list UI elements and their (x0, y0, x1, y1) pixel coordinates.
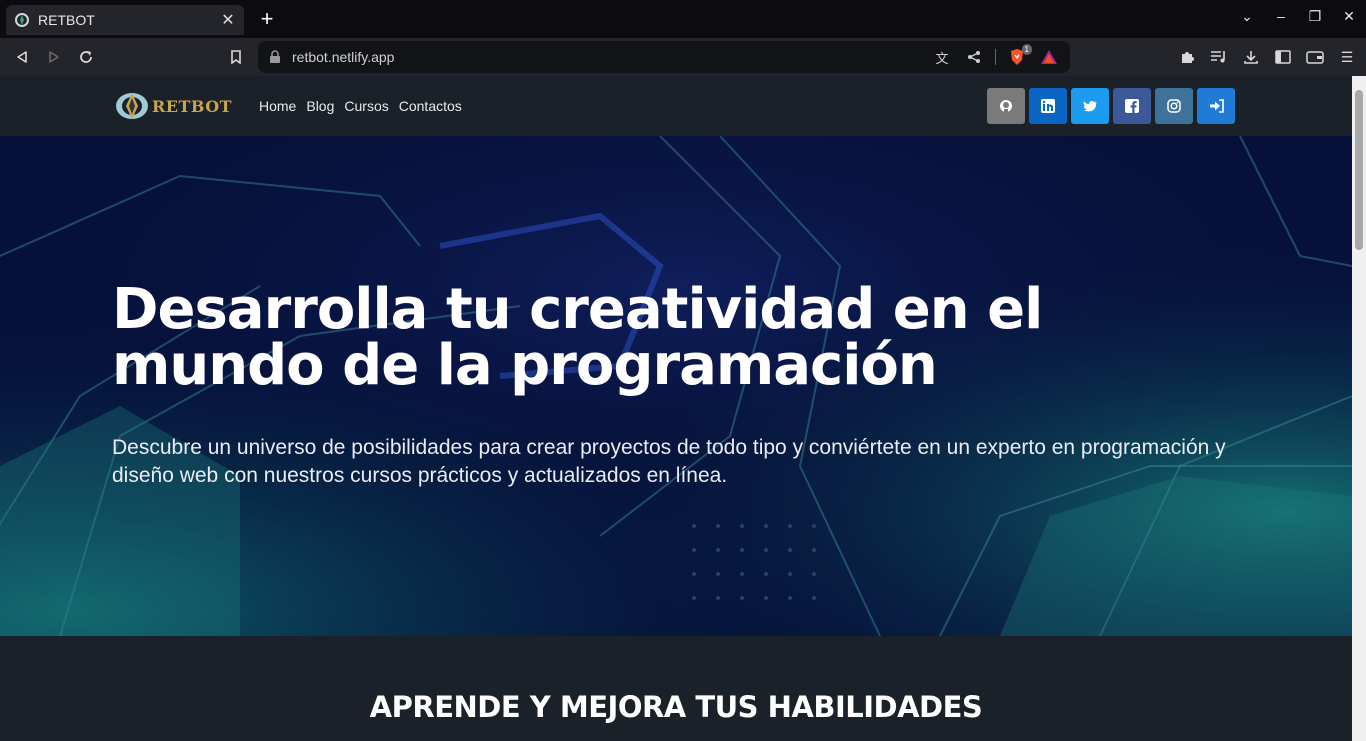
brave-rewards-icon[interactable] (1038, 48, 1060, 66)
translate-icon[interactable]: 文 (931, 48, 953, 66)
hero-subtitle: Descubre un universo de posibilidades pa… (112, 436, 1226, 487)
site-logo[interactable]: RETBOT (114, 90, 232, 122)
maximize-icon[interactable]: ❐ (1298, 8, 1332, 25)
social-buttons (987, 88, 1235, 124)
web-page: RETBOT Home Blog Cursos Contactos Desarr… (0, 76, 1352, 741)
hero-section: Desarrolla tu creatividad en el mundo de… (0, 136, 1352, 636)
bookmark-icon[interactable] (225, 46, 247, 68)
url-text: retbot.netlify.app (292, 49, 395, 65)
omnibox-separator (995, 49, 996, 65)
linkedin-button[interactable] (1029, 88, 1067, 124)
forward-button[interactable] (43, 46, 65, 68)
tab-title: RETBOT (38, 12, 95, 28)
shields-badge: 1 (1021, 44, 1032, 55)
twitter-button[interactable] (1071, 88, 1109, 124)
media-playlist-icon[interactable] (1208, 46, 1230, 68)
login-icon (1209, 99, 1224, 113)
minimize-icon[interactable]: – (1264, 8, 1298, 25)
browser-tab[interactable]: RETBOT ✕ (6, 5, 244, 35)
download-icon[interactable] (1240, 46, 1262, 68)
instagram-icon (1167, 99, 1181, 113)
facebook-icon (1125, 99, 1139, 113)
nav-link-contactos[interactable]: Contactos (399, 98, 462, 114)
new-tab-button[interactable]: + (256, 7, 278, 31)
github-icon (1000, 100, 1012, 112)
nav-link-blog[interactable]: Blog (306, 98, 334, 114)
twitter-icon (1083, 100, 1097, 111)
nav-link-cursos[interactable]: Cursos (344, 98, 388, 114)
page-scrollbar[interactable] (1352, 76, 1366, 741)
hero-title: Desarrolla tu creatividad en el mundo de… (112, 277, 1043, 398)
share-icon[interactable] (963, 48, 985, 66)
tab-search-icon[interactable]: ⌄ (1230, 8, 1264, 25)
linkedin-icon (1041, 99, 1055, 113)
back-button[interactable] (11, 46, 33, 68)
browser-tabbar: RETBOT ✕ + ⌄ – ❐ ✕ (0, 0, 1366, 38)
reload-button[interactable] (75, 46, 97, 68)
address-bar[interactable]: retbot.netlify.app 文 1 (258, 41, 1070, 73)
brave-shields-icon[interactable]: 1 (1006, 44, 1032, 66)
nav-link-home[interactable]: Home (259, 98, 296, 114)
skills-section: APRENDE Y MEJORA TUS HABILIDADES (0, 636, 1352, 741)
site-brand: RETBOT (152, 96, 233, 116)
lock-icon (270, 50, 280, 63)
wallet-icon[interactable] (1304, 46, 1326, 68)
menu-icon[interactable]: ☰ (1336, 46, 1358, 68)
extensions-icon[interactable] (1176, 46, 1198, 68)
section-heading: APRENDE Y MEJORA TUS HABILIDADES (369, 690, 983, 724)
instagram-button[interactable] (1155, 88, 1193, 124)
close-window-icon[interactable]: ✕ (1332, 8, 1366, 25)
retbot-logo-icon (116, 93, 148, 119)
browser-toolbar: retbot.netlify.app 文 1 ☰ (0, 38, 1366, 76)
github-button[interactable] (987, 88, 1025, 124)
facebook-button[interactable] (1113, 88, 1151, 124)
sidebar-icon[interactable] (1272, 46, 1294, 68)
main-nav: Home Blog Cursos Contactos (259, 98, 462, 114)
retbot-favicon-icon (14, 12, 30, 28)
scrollbar-thumb[interactable] (1355, 90, 1363, 250)
close-tab-icon[interactable]: ✕ (220, 10, 236, 30)
login-button[interactable] (1197, 88, 1235, 124)
site-navbar: RETBOT Home Blog Cursos Contactos (0, 76, 1352, 136)
